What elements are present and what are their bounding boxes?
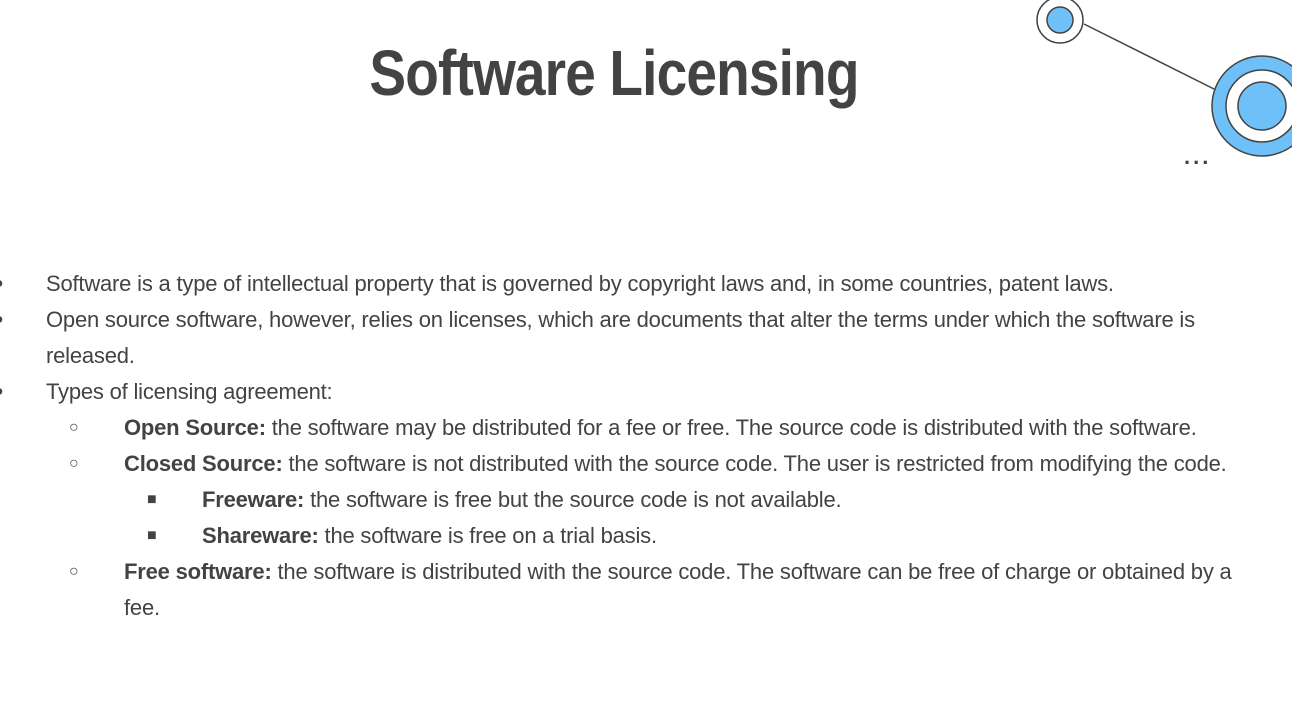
large-node-inner — [1237, 81, 1287, 131]
term-label: Freeware: — [202, 487, 305, 512]
term-definition: the software may be distributed for a fe… — [265, 415, 1197, 440]
list-item-text: Software is a type of intellectual prope… — [46, 271, 1114, 296]
term-label: Closed Source: — [124, 451, 283, 476]
sub-sub-list-item: ■ Shareware: the software is free on a t… — [0, 518, 1262, 554]
list-item-text: Open source software, however, relies on… — [46, 307, 1195, 368]
square-marker: ■ — [147, 491, 157, 508]
sub-list-item: ○ Closed Source: the software is not dis… — [0, 446, 1264, 482]
network-nodes-decoration: ... — [1036, 0, 1292, 169]
hollow-circle-marker: ○ — [69, 563, 79, 580]
list-item: ● Software is a type of intellectual pro… — [0, 266, 1266, 302]
term-definition: the software is not distributed with the… — [282, 451, 1227, 476]
term-label: Open Source: — [124, 415, 266, 440]
list-item: ● Types of licensing agreement: — [0, 374, 1266, 410]
slide: Software Licensing ... ● Software is a t… — [0, 0, 1292, 714]
term-label: Shareware: — [202, 523, 319, 548]
term-definition: the software is free but the source code… — [304, 487, 842, 512]
connector-line — [1083, 23, 1221, 93]
sub-list-item: ○ Free software: the software is distrib… — [0, 554, 1264, 626]
list-item-text: Types of licensing agreement: — [46, 379, 333, 404]
bullet-list: ● Software is a type of intellectual pro… — [0, 266, 1292, 626]
slide-title: Software Licensing — [369, 37, 859, 109]
term-definition: the software is distributed with the sou… — [124, 559, 1232, 620]
term-definition: the software is free on a trial basis. — [318, 523, 658, 548]
small-node — [1046, 6, 1074, 34]
ellipsis-dots: ... — [1184, 144, 1211, 169]
sub-list-item: ○ Open Source: the software may be distr… — [0, 410, 1264, 446]
term-label: Free software: — [124, 559, 272, 584]
list-item: ● Open source software, however, relies … — [0, 302, 1266, 374]
hollow-circle-marker: ○ — [69, 455, 79, 472]
bullet-marker: ● — [0, 266, 4, 302]
square-marker: ■ — [147, 527, 157, 544]
bullet-marker: ● — [0, 302, 4, 338]
sub-sub-list-item: ■ Freeware: the software is free but the… — [0, 482, 1262, 518]
hollow-circle-marker: ○ — [69, 419, 79, 436]
bullet-marker: ● — [0, 374, 4, 410]
